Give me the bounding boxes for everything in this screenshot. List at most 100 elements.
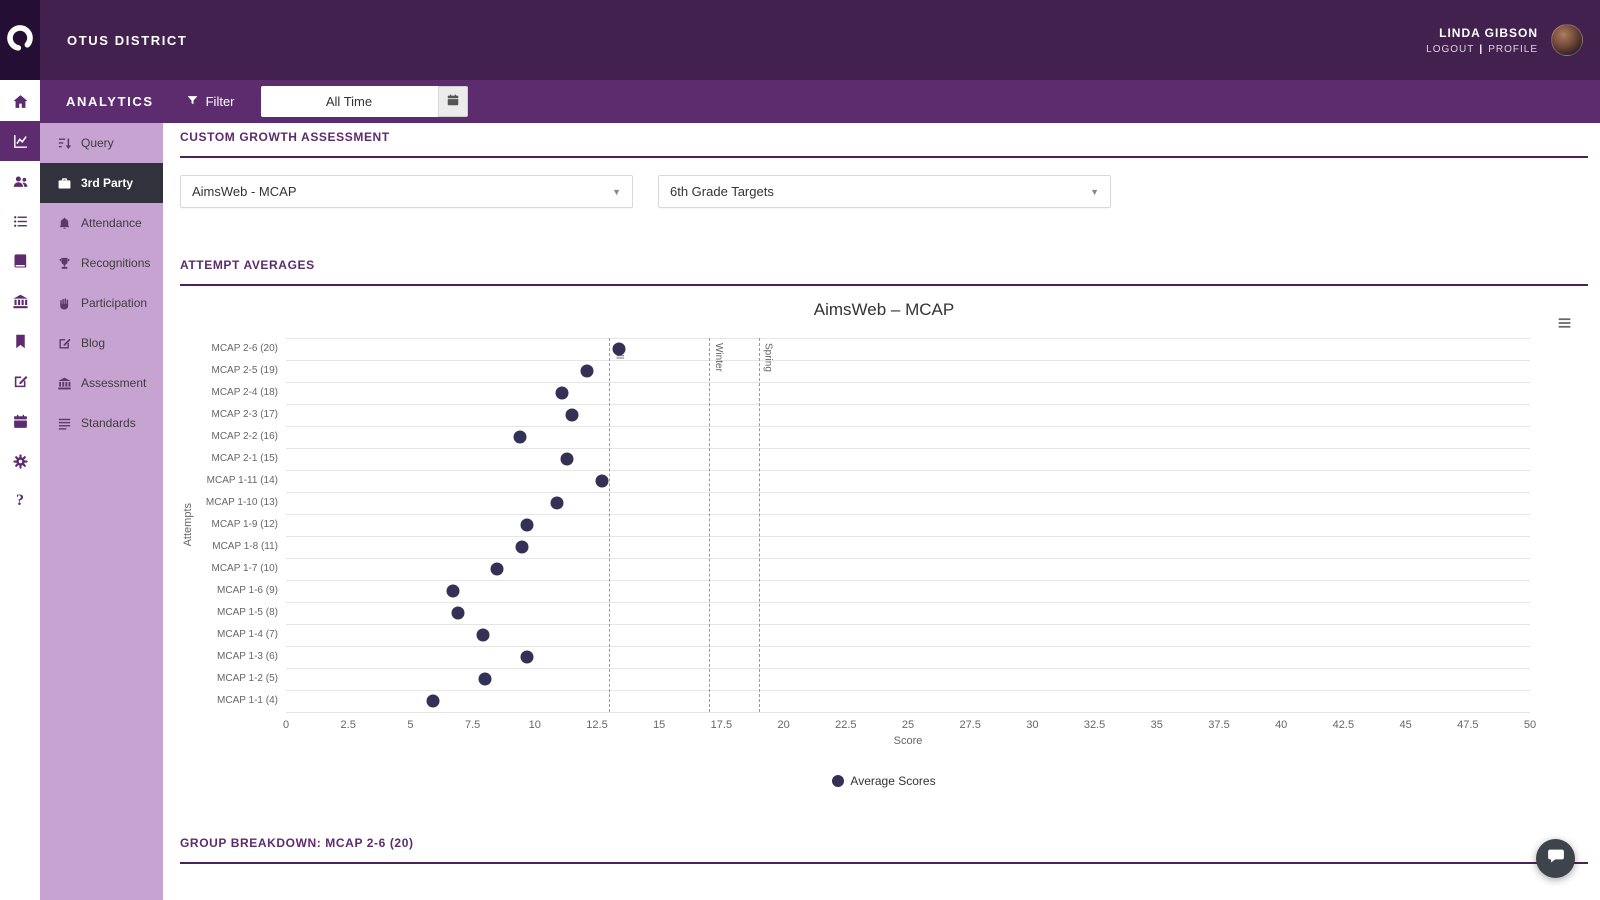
app-logo[interactable] xyxy=(0,0,40,80)
data-point[interactable] xyxy=(426,694,440,708)
x-tick-label: 22.5 xyxy=(835,719,857,731)
category-label: MCAP 1-1 (4) xyxy=(217,695,278,706)
chat-launcher[interactable] xyxy=(1536,839,1575,878)
hamburger-menu-icon xyxy=(1556,318,1573,333)
benchmark-line xyxy=(758,338,760,712)
link-divider: | xyxy=(1479,43,1484,55)
gridline xyxy=(286,448,1530,449)
data-point[interactable] xyxy=(478,672,492,686)
data-point[interactable] xyxy=(520,518,534,532)
benchmark-line xyxy=(609,338,611,712)
data-point[interactable] xyxy=(555,386,569,400)
x-tick-label: 12.5 xyxy=(586,719,608,731)
legend-item[interactable]: Average Scores xyxy=(180,774,1588,788)
chevron-down-icon: ▼ xyxy=(612,186,621,197)
filter-button[interactable]: Filter xyxy=(186,94,235,110)
sidebar-item-label: Standards xyxy=(81,416,136,430)
logout-link[interactable]: LOGOUT xyxy=(1426,44,1474,55)
targets-dropdown[interactable]: 6th Grade Targets ▼ xyxy=(658,175,1111,208)
people-icon xyxy=(12,173,29,190)
data-point[interactable] xyxy=(580,364,594,378)
rail-item-list[interactable] xyxy=(0,201,40,241)
benchmark-label: Winter xyxy=(712,343,724,372)
rail-item-home[interactable] xyxy=(0,81,40,121)
category-label: MCAP 1-4 (7) xyxy=(217,629,278,640)
gear-icon xyxy=(12,453,29,470)
question-icon: ? xyxy=(16,492,24,509)
category-label: MCAP 1-8 (11) xyxy=(212,541,278,552)
sidebar-item-recognitions[interactable]: Recognitions xyxy=(40,243,163,283)
rail-item-analytics[interactable] xyxy=(0,121,40,161)
data-point[interactable] xyxy=(595,474,609,488)
x-tick-label: 2.5 xyxy=(340,719,356,731)
data-point[interactable] xyxy=(550,496,564,510)
data-point[interactable] xyxy=(513,430,527,444)
category-label: MCAP 1-3 (6) xyxy=(217,651,278,662)
rail-item-question[interactable]: ? xyxy=(0,481,40,521)
gridline xyxy=(286,668,1530,669)
data-point[interactable] xyxy=(520,650,534,664)
home-icon xyxy=(12,93,29,110)
data-point[interactable] xyxy=(515,540,529,554)
legend-label: Average Scores xyxy=(850,774,936,788)
rail-item-book[interactable] xyxy=(0,241,40,281)
filter-label: Filter xyxy=(205,94,235,109)
gridline xyxy=(286,360,1530,361)
rail-item-gear[interactable] xyxy=(0,441,40,481)
rail-item-bookmark[interactable] xyxy=(0,321,40,361)
main-content: CUSTOM GROWTH ASSESSMENT AimsWeb - MCAP … xyxy=(163,123,1600,900)
rail-item-calendar[interactable] xyxy=(0,401,40,441)
calendar-icon xyxy=(446,93,460,110)
gridline xyxy=(286,536,1530,537)
book-icon xyxy=(12,253,29,270)
x-axis-title: Score xyxy=(893,735,923,747)
icon-rail: ? xyxy=(0,80,40,900)
chart-body: Attempts MCAP 2-6 (20) MCAP 2-5 (19) MCAP … xyxy=(180,338,1588,747)
date-range-input[interactable] xyxy=(260,86,438,117)
sidebar-item-standards[interactable]: Standards xyxy=(40,403,163,443)
analytics-bar: ANALYTICS Filter xyxy=(40,80,1600,123)
rail-item-compose[interactable] xyxy=(0,361,40,401)
calendar-picker-button[interactable] xyxy=(437,86,468,117)
brand-title: OTUS DISTRICT xyxy=(67,32,188,48)
x-tick-label: 47.5 xyxy=(1457,719,1479,731)
top-header: OTUS DISTRICT LINDA GIBSON LOGOUT | PROF… xyxy=(0,0,1600,80)
sidebar-item-participation[interactable]: Participation xyxy=(40,283,163,323)
blog-icon xyxy=(57,336,72,351)
x-tick-label: 37.5 xyxy=(1208,719,1230,731)
data-point[interactable] xyxy=(451,606,465,620)
data-point[interactable] xyxy=(446,584,460,598)
gridline xyxy=(286,404,1530,405)
sidebar-item-attendance[interactable]: Attendance xyxy=(40,203,163,243)
data-point[interactable] xyxy=(490,562,504,576)
chat-bubble-icon xyxy=(1547,847,1565,870)
sidebar-item-query[interactable]: Query xyxy=(40,123,163,163)
gridline xyxy=(286,624,1530,625)
profile-link[interactable]: PROFILE xyxy=(1488,44,1538,55)
data-point[interactable] xyxy=(612,342,626,356)
avatar[interactable] xyxy=(1551,24,1583,56)
y-axis-title: Attempts xyxy=(182,503,194,547)
section-title-attempt-averages: ATTEMPT AVERAGES xyxy=(180,258,315,272)
assessment-dropdown[interactable]: AimsWeb - MCAP ▼ xyxy=(180,175,633,208)
rail-item-people[interactable] xyxy=(0,161,40,201)
gridline xyxy=(286,492,1530,493)
category-label: MCAP 1-11 (14) xyxy=(206,475,278,486)
filter-icon xyxy=(186,94,199,110)
list-lines-icon xyxy=(57,416,72,431)
data-point[interactable] xyxy=(560,452,574,466)
sidebar-item-label: 3rd Party xyxy=(81,176,134,190)
category-label: MCAP 2-6 (20) xyxy=(211,343,278,354)
data-point[interactable] xyxy=(476,628,490,642)
sidebar-item-3rd-party[interactable]: 3rd Party xyxy=(40,163,163,203)
sidebar-item-assessment[interactable]: Assessment xyxy=(40,363,163,403)
x-tick-label: 0 xyxy=(282,719,290,731)
sidebar-item-blog[interactable]: Blog xyxy=(40,323,163,363)
data-point[interactable] xyxy=(565,408,579,422)
chart-title: AimsWeb – MCAP xyxy=(813,300,955,319)
category-label: MCAP 1-2 (5) xyxy=(217,673,278,684)
category-label: MCAP 1-10 (13) xyxy=(205,497,278,508)
chart-menu-button[interactable] xyxy=(1554,316,1574,332)
x-tick-label: 40 xyxy=(1275,719,1288,731)
rail-item-bank[interactable] xyxy=(0,281,40,321)
